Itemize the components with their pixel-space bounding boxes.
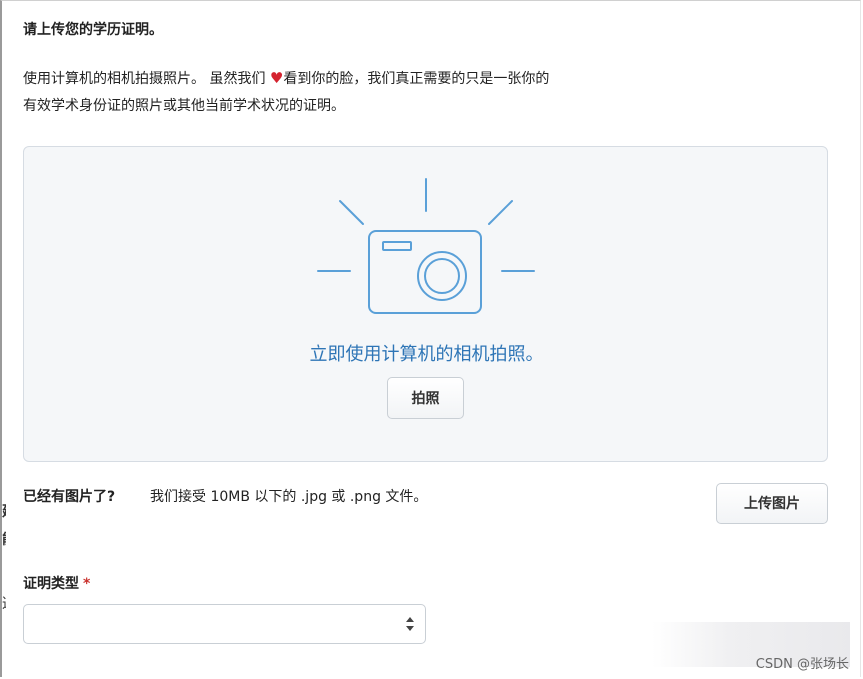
- csdn-watermark: CSDN @张场长: [755, 657, 849, 672]
- left-edge-fragment: 能: [2, 529, 6, 549]
- modal-dialog: 建 能 这 请上传您的学历证明。 使用计算机的相机拍摄照片。 虽然我们 ♥看到你…: [0, 0, 861, 677]
- heart-icon: ♥: [269, 69, 284, 87]
- left-edge-fragment: 建: [2, 501, 6, 521]
- instructions-part-2: 看到你的脸，我们真正需要的只是一张你的: [283, 71, 550, 87]
- left-edge-fragment: 这: [2, 593, 6, 613]
- instructions-text: 使用计算机的相机拍摄照片。 虽然我们 ♥看到你的脸，我们真正需要的只是一张你的 …: [23, 65, 723, 120]
- required-indicator: *: [83, 576, 91, 592]
- instructions-part-1: 使用计算机的相机拍摄照片。 虽然我们: [23, 71, 270, 87]
- select-updown-icon: [406, 617, 414, 631]
- camera-icon: [317, 178, 535, 314]
- proof-type-select[interactable]: [23, 604, 426, 644]
- instructions-line-2: 有效学术身份证的照片或其他当前学术状况的证明。: [23, 98, 345, 114]
- take-photo-button[interactable]: 拍照: [387, 377, 464, 419]
- camera-capture-panel: 立即使用计算机的相机拍照。 拍照: [23, 146, 828, 462]
- camera-hint-text: 立即使用计算机的相机拍照。: [309, 344, 544, 365]
- proof-type-label: 证明类型 *: [23, 573, 90, 593]
- upload-requirements-text: 我们接受 10MB 以下的 .jpg 或 .png 文件。: [150, 489, 428, 505]
- upload-question-label: 已经有图片了?: [23, 489, 116, 505]
- proof-type-label-text: 证明类型: [23, 576, 79, 592]
- page-title: 请上传您的学历证明。: [23, 22, 163, 38]
- upload-image-button[interactable]: 上传图片: [716, 483, 828, 524]
